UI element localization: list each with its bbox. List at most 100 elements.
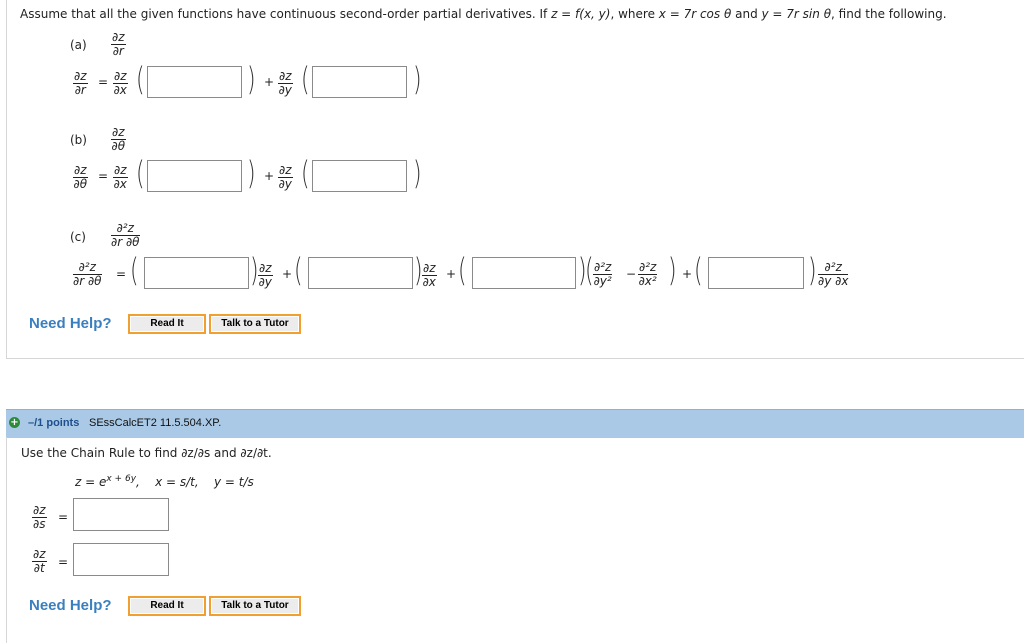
part-c-d2zdx2-fraction: ∂²z ∂x² bbox=[638, 260, 658, 288]
plus-sign: + bbox=[264, 75, 275, 89]
dz-dt-answer-input[interactable] bbox=[73, 543, 169, 576]
equals-sign: = bbox=[116, 267, 127, 281]
frac-num: ∂z bbox=[113, 69, 128, 84]
open-paren: ( bbox=[130, 253, 139, 290]
frac-num: ∂²z bbox=[638, 260, 658, 275]
part-a-answer-2-input[interactable] bbox=[312, 66, 407, 98]
part-b-dzdx-fraction: ∂z ∂x bbox=[113, 164, 128, 191]
frac-den: ∂y ∂x bbox=[818, 274, 849, 288]
part-a-label: (a) bbox=[70, 38, 87, 52]
part-a-lhs-fraction: ∂z ∂r bbox=[73, 70, 88, 97]
need-help-label: Need Help? bbox=[29, 315, 112, 332]
frac-num: ∂²z bbox=[818, 261, 849, 275]
frac-num: ∂²z bbox=[593, 260, 613, 275]
dz-ds-answer-input[interactable] bbox=[73, 498, 169, 531]
equals-sign: = bbox=[98, 169, 109, 183]
frac-den: ∂θ bbox=[73, 177, 88, 191]
frac-num: ∂z bbox=[278, 163, 293, 178]
read-it-button[interactable]: Read It bbox=[128, 596, 206, 616]
close-paren: ) bbox=[668, 253, 677, 290]
equals-sign: = bbox=[58, 555, 69, 569]
part-c-dzdy-fraction: ∂z ∂y bbox=[258, 262, 273, 289]
question-2-formula: z = ex + 6y, x = s/t, y = t/s bbox=[75, 474, 254, 489]
part-a-answer-1-input[interactable] bbox=[147, 66, 242, 98]
plus-circle-icon[interactable]: + bbox=[9, 417, 20, 428]
open-paren: ( bbox=[136, 156, 145, 193]
part-b-answer-2-input[interactable] bbox=[312, 160, 407, 192]
formula-base: z = e bbox=[75, 475, 107, 489]
prompt-text: , where bbox=[610, 7, 659, 21]
talk-to-tutor-button[interactable]: Talk to a Tutor bbox=[209, 314, 301, 334]
question-1-prompt: Assume that all the given functions have… bbox=[20, 7, 947, 21]
part-a-target-fraction: ∂z ∂r bbox=[111, 31, 126, 58]
frac-num: ∂z bbox=[73, 69, 88, 84]
close-paren: ) bbox=[247, 62, 256, 99]
frac-num: ∂z bbox=[422, 261, 437, 276]
frac-num: ∂²z bbox=[111, 222, 140, 236]
part-b-label: (b) bbox=[70, 133, 87, 147]
frac-num: ∂z bbox=[32, 503, 47, 518]
part-a-dzdx-fraction: ∂z ∂x bbox=[113, 70, 128, 97]
frac-den: ∂r ∂θ bbox=[73, 274, 102, 288]
frac-num: ∂z bbox=[73, 163, 88, 178]
prompt-text: Assume that all the given functions have… bbox=[20, 7, 552, 21]
part-c-answer-1-input[interactable] bbox=[144, 257, 249, 289]
prompt-text: and bbox=[731, 7, 762, 21]
part-a-dzdy-fraction: ∂z ∂y bbox=[278, 70, 293, 97]
formula-exponent: x + 6y bbox=[106, 474, 137, 484]
equals-sign: = bbox=[98, 75, 109, 89]
frac-den: ∂x bbox=[113, 83, 127, 97]
frac-den: ∂y² bbox=[593, 274, 612, 288]
frac-num: ∂²z bbox=[73, 261, 102, 275]
part-b-answer-1-input[interactable] bbox=[147, 160, 242, 192]
equals-sign: = bbox=[58, 510, 69, 524]
prompt-math: z = f(x, y) bbox=[551, 7, 611, 21]
part-c-label: (c) bbox=[70, 230, 86, 244]
part-c-dzdx-fraction: ∂z ∂x bbox=[422, 262, 437, 289]
frac-den: ∂r bbox=[74, 83, 86, 97]
part-c-answer-3-input[interactable] bbox=[472, 257, 576, 289]
part-c-answer-2-input[interactable] bbox=[308, 257, 413, 289]
open-paren: ( bbox=[458, 253, 467, 290]
frac-num: ∂z bbox=[111, 30, 126, 45]
prompt-math: y = 7r sin θ bbox=[761, 7, 832, 21]
close-paren: ) bbox=[413, 62, 422, 99]
frac-den: ∂x bbox=[113, 177, 127, 191]
open-paren: ( bbox=[294, 253, 303, 290]
frac-num: ∂z bbox=[278, 69, 293, 84]
open-paren: ( bbox=[301, 156, 310, 193]
dz-dt-fraction: ∂z ∂t bbox=[32, 548, 47, 575]
part-c-answer-4-input[interactable] bbox=[708, 257, 804, 289]
frac-den: ∂x² bbox=[638, 274, 657, 288]
plus-sign: + bbox=[282, 267, 293, 281]
talk-to-tutor-button[interactable]: Talk to a Tutor bbox=[209, 596, 301, 616]
open-paren: ( bbox=[301, 62, 310, 99]
close-paren: ) bbox=[247, 156, 256, 193]
points-label: –/1 points bbox=[28, 417, 80, 429]
frac-den: ∂y bbox=[278, 83, 292, 97]
part-b-lhs-fraction: ∂z ∂θ bbox=[73, 164, 88, 191]
question-2-prompt: Use the Chain Rule to find ∂z/∂s and ∂z/… bbox=[21, 446, 272, 460]
need-help-label: Need Help? bbox=[29, 597, 112, 614]
frac-den: ∂r bbox=[112, 44, 124, 58]
open-paren: ( bbox=[694, 253, 703, 290]
close-paren: ) bbox=[413, 156, 422, 193]
frac-num: ∂z bbox=[258, 261, 273, 276]
frac-den: ∂r ∂θ bbox=[111, 235, 140, 249]
part-b-target-fraction: ∂z ∂θ bbox=[111, 126, 126, 153]
part-c-lhs-fraction: ∂²z ∂r ∂θ bbox=[73, 261, 102, 288]
question-code: SEssCalcET2 11.5.504.XP. bbox=[89, 417, 222, 429]
read-it-button[interactable]: Read It bbox=[128, 314, 206, 334]
frac-den: ∂θ bbox=[111, 139, 126, 153]
frac-num: ∂z bbox=[113, 163, 128, 178]
open-paren: ( bbox=[136, 62, 145, 99]
plus-sign: + bbox=[446, 267, 457, 281]
frac-num: ∂z bbox=[111, 125, 126, 140]
part-b-dzdy-fraction: ∂z ∂y bbox=[278, 164, 293, 191]
minus-sign: − bbox=[626, 267, 637, 281]
prompt-math: x = 7r cos θ bbox=[658, 7, 732, 21]
prompt-text: , find the following. bbox=[831, 7, 947, 21]
frac-den: ∂x bbox=[422, 275, 436, 289]
part-c-target-fraction: ∂²z ∂r ∂θ bbox=[111, 222, 140, 249]
close-paren: ) bbox=[808, 253, 817, 290]
